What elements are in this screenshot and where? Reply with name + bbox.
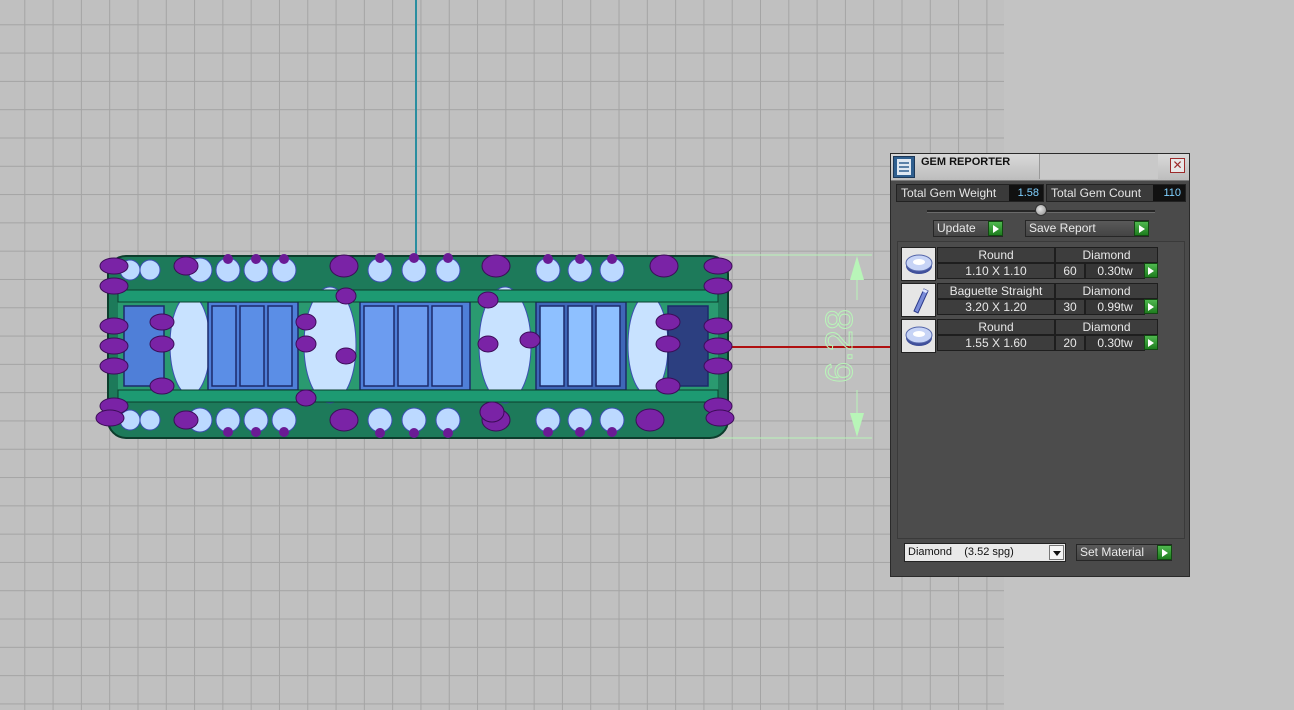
gem-count: 60 [1055,263,1085,279]
save-report-button[interactable]: Save Report [1025,220,1149,237]
gem-cut: Baguette Straight [937,283,1055,299]
gem-cut: Round [937,319,1055,335]
set-material-button[interactable]: Set Material [1076,544,1172,561]
gem-cut: Round [937,247,1055,263]
panel-titlebar[interactable]: GEM REPORTER ✕ [891,154,1189,181]
play-arrow-icon [1157,545,1172,560]
ring-model [95,253,735,439]
set-material-button-label: Set Material [1080,545,1145,559]
baguette-gem-icon [901,283,936,317]
row-action-arrow-icon[interactable] [1144,335,1158,350]
gem-row-round-2[interactable]: Round Diamond 1.55 X 1.60 20 0.30tw [901,319,1159,353]
gem-reporter-panel: GEM REPORTER ✕ Total Gem Weight 1.58 Tot… [890,153,1190,577]
gem-material: Diamond [1055,247,1158,263]
gem-weight: 0.30tw [1085,263,1145,279]
row-action-arrow-icon[interactable] [1144,299,1158,314]
gem-size: 1.55 X 1.60 [937,335,1055,351]
total-gem-weight-field: Total Gem Weight 1.58 [896,184,1044,202]
total-gem-weight-label: Total Gem Weight [901,186,997,200]
round-gem-icon [901,319,936,353]
play-arrow-icon [988,221,1003,236]
play-arrow-icon [1134,221,1149,236]
close-icon[interactable]: ✕ [1170,158,1185,173]
gem-row-baguette[interactable]: Baguette Straight Diamond 3.20 X 1.20 30… [901,283,1159,317]
material-select-value: Diamond (3.52 spg) [908,546,1014,558]
chevron-down-icon[interactable] [1049,545,1064,560]
update-button[interactable]: Update [933,220,1003,237]
gem-weight: 0.30tw [1085,335,1145,351]
update-button-label: Update [937,221,976,235]
total-gem-weight-value: 1.58 [1009,185,1043,201]
gem-material: Diamond [1055,319,1158,335]
gem-weight: 0.99tw [1085,299,1145,315]
round-gem-icon [901,247,936,281]
panel-resize-slider-handle[interactable] [1035,204,1047,216]
titlebar-tab-area [1039,154,1158,179]
total-gem-count-label: Total Gem Count [1051,186,1142,200]
row-action-arrow-icon[interactable] [1144,263,1158,278]
gem-reporter-app-icon [893,156,915,178]
material-select[interactable]: Diamond (3.52 spg) [904,543,1066,562]
gem-list: Round Diamond 1.10 X 1.10 60 0.30tw Bagu… [897,241,1185,539]
gem-size: 3.20 X 1.20 [937,299,1055,315]
gem-material: Diamond [1055,283,1158,299]
total-gem-count-value: 110 [1153,185,1185,201]
gem-row-round-1[interactable]: Round Diamond 1.10 X 1.10 60 0.30tw [901,247,1159,281]
gem-size: 1.10 X 1.10 [937,263,1055,279]
total-gem-count-field: Total Gem Count 110 [1046,184,1186,202]
gem-count: 30 [1055,299,1085,315]
save-report-button-label: Save Report [1029,221,1096,235]
panel-title: GEM REPORTER [921,156,1011,168]
gem-count: 20 [1055,335,1085,351]
dimension-value: 6.28 [819,309,861,383]
